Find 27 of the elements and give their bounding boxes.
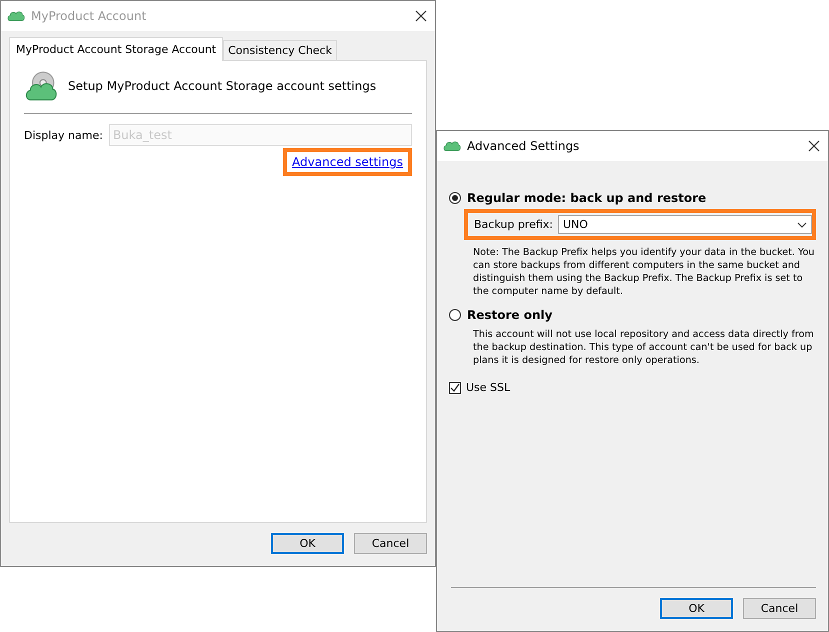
note-text: Note: The Backup Prefix helps you identify your data in the bucket. You can store backups from different computers in the same bucket and distinguish them using the Backup Prefix. The Backup Prefix is set to the computer name by default.	[473, 246, 816, 298]
cancel-button[interactable]: Cancel	[354, 533, 427, 554]
ok-button[interactable]: OK	[271, 533, 344, 554]
radio-label: Restore only	[467, 308, 552, 322]
radio-button[interactable]	[449, 192, 461, 204]
radio-button[interactable]	[449, 309, 461, 321]
window-title: Advanced Settings	[467, 139, 580, 153]
field-label: Display name:	[24, 128, 103, 142]
cloud-icon	[7, 10, 25, 22]
close-icon[interactable]	[806, 138, 822, 154]
heading: Setup MyProduct Account Storage account settings	[68, 79, 376, 93]
checkbox-label: Use SSL	[466, 381, 510, 394]
field-label: Backup prefix:	[474, 218, 553, 231]
cancel-button[interactable]: Cancel	[743, 598, 816, 619]
close-icon[interactable]	[413, 8, 429, 24]
checkbox[interactable]	[449, 382, 461, 394]
tab[interactable]: Consistency Check	[223, 40, 337, 60]
advanced-settings-link[interactable]: Advanced settings	[292, 155, 403, 169]
ok-button[interactable]: OK	[660, 598, 733, 619]
note-text: This account will not use local repository and access data directly from the backup destination. This type of account can't be used for back up plans it is designed for restore only operations.	[473, 328, 815, 367]
cloud-disc-icon	[24, 69, 58, 103]
radio-label: Regular mode: back up and restore	[467, 191, 706, 205]
window-title: MyProduct Account	[31, 9, 148, 23]
chevron-down-icon[interactable]	[797, 222, 807, 228]
cloud-icon	[443, 140, 461, 152]
tab[interactable]: MyProduct Account Storage Account	[9, 37, 224, 61]
backup-prefix-dropdown[interactable]: UNO	[558, 215, 812, 234]
